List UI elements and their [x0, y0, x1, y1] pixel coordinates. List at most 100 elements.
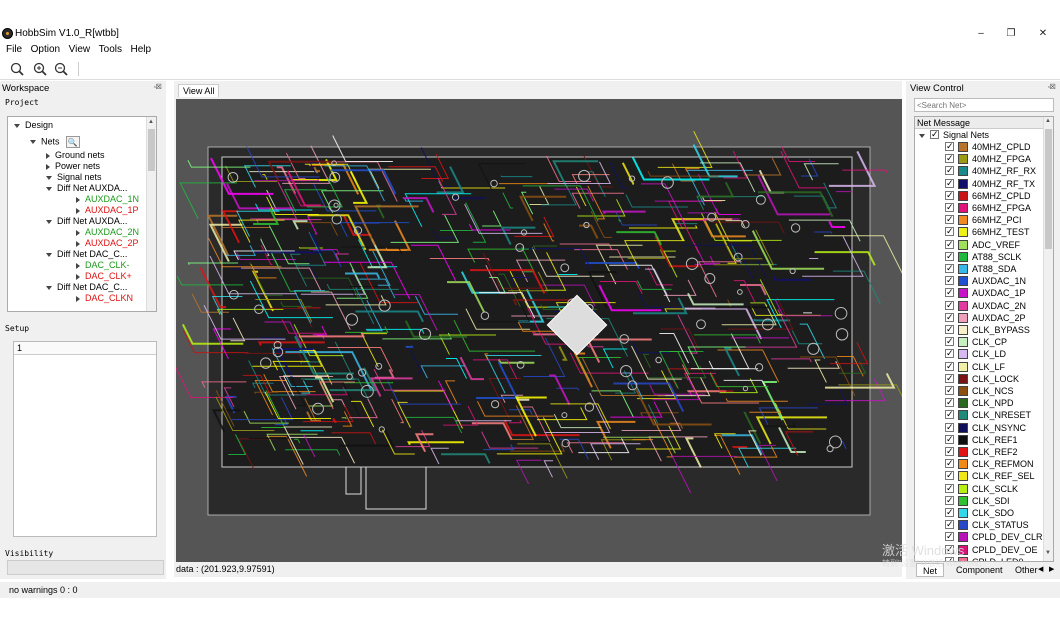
signal-nets-group[interactable]: Signal Nets [919, 128, 989, 141]
net-visibility-checkbox[interactable] [945, 372, 954, 384]
zoom-button[interactable] [9, 61, 25, 77]
net-color-swatch[interactable] [958, 337, 968, 348]
net-color-swatch[interactable] [958, 239, 968, 250]
net-color-swatch[interactable] [958, 349, 968, 360]
net-color-swatch[interactable] [958, 325, 968, 335]
tree-item[interactable]: AUXDAC_2N [76, 227, 139, 238]
net-visibility-checkbox[interactable] [945, 164, 954, 176]
net-visibility-checkbox[interactable] [945, 457, 954, 469]
chevron-down-icon[interactable] [46, 252, 52, 257]
net-visibility-checkbox[interactable] [945, 421, 954, 433]
minimize-button[interactable]: – [974, 27, 988, 41]
net-visibility-checkbox[interactable] [945, 250, 954, 262]
tab-view-all[interactable]: View All [178, 84, 220, 97]
net-visibility-checkbox[interactable] [945, 140, 954, 152]
view-control-dock-buttons[interactable]: ▫☒ [1048, 83, 1056, 91]
tab-scroll-right-icon[interactable]: ▶ [1049, 565, 1054, 573]
net-visibility-checkbox[interactable] [945, 506, 954, 518]
net-search-button[interactable]: 🔍 [65, 136, 80, 148]
close-button[interactable]: ✕ [1036, 27, 1050, 41]
net-color-swatch[interactable] [958, 434, 968, 445]
pcb-canvas[interactable] [176, 99, 902, 562]
net-list-scrollbar[interactable]: ▲ ▼ [1043, 117, 1053, 561]
net-visibility-checkbox[interactable] [945, 433, 954, 445]
menu-view[interactable]: View [66, 44, 94, 56]
tree-scrollbar[interactable]: ▲ [146, 117, 156, 311]
net-color-swatch[interactable] [958, 398, 968, 409]
net-visibility-checkbox[interactable] [945, 225, 954, 237]
net-visibility-checkbox[interactable] [945, 189, 954, 201]
menu-help[interactable]: Help [128, 44, 155, 56]
tab-scroll-left-icon[interactable]: ◀ [1038, 565, 1043, 573]
chevron-down-icon[interactable] [30, 140, 36, 144]
scroll-up-icon[interactable]: ▲ [148, 119, 154, 125]
net-color-swatch[interactable] [958, 508, 968, 518]
chevron-down-icon[interactable] [46, 186, 52, 191]
tree-item[interactable]: Signal nets [46, 172, 102, 183]
net-visibility-checkbox[interactable] [945, 469, 954, 481]
net-visibility-checkbox[interactable] [945, 201, 954, 213]
tree-item[interactable]: AUXDAC_1N [76, 194, 139, 205]
net-color-swatch[interactable] [958, 386, 968, 396]
net-color-swatch[interactable] [958, 520, 968, 531]
chevron-right-icon[interactable] [46, 163, 50, 170]
net-visibility-checkbox[interactable] [945, 347, 954, 359]
net-color-swatch[interactable] [958, 447, 968, 457]
tree-item[interactable]: Diff Net DAC_C... [46, 282, 127, 293]
tab-other[interactable]: Other [1012, 563, 1041, 577]
net-color-swatch[interactable] [958, 300, 968, 311]
net-visibility-checkbox[interactable] [945, 274, 954, 286]
net-visibility-checkbox[interactable] [945, 360, 954, 372]
net-visibility-checkbox[interactable] [945, 445, 954, 457]
net-color-swatch[interactable] [958, 471, 968, 482]
tree-item[interactable]: Nets 🔍 [30, 136, 80, 148]
menu-file[interactable]: File [3, 44, 25, 56]
search-net-input[interactable] [914, 98, 1054, 112]
scroll-thumb[interactable] [148, 129, 155, 171]
workspace-dock-buttons[interactable]: ▫☒ [154, 83, 162, 91]
chevron-right-icon[interactable] [76, 240, 80, 247]
menu-tools[interactable]: Tools [96, 44, 125, 56]
tree-item[interactable]: Power nets [46, 161, 100, 172]
chevron-right-icon[interactable] [46, 152, 50, 159]
net-visibility-checkbox[interactable] [945, 323, 954, 335]
net-visibility-checkbox[interactable] [945, 518, 954, 530]
net-visibility-checkbox[interactable] [945, 299, 954, 311]
net-visibility-checkbox[interactable] [945, 384, 954, 396]
net-color-swatch[interactable] [958, 166, 968, 177]
tree-item[interactable]: Diff Net DAC_C... [46, 249, 127, 260]
scroll-down-icon[interactable]: ▼ [1045, 550, 1051, 556]
chevron-down-icon[interactable] [46, 285, 52, 290]
net-visibility-checkbox[interactable] [945, 238, 954, 250]
net-visibility-checkbox[interactable] [945, 262, 954, 274]
net-color-swatch[interactable] [958, 459, 968, 470]
tree-item[interactable]: DAC_CLK+ [76, 271, 132, 282]
net-visibility-checkbox[interactable] [945, 408, 954, 420]
net-visibility-checkbox[interactable] [945, 482, 954, 494]
chevron-right-icon[interactable] [76, 295, 80, 302]
net-color-swatch[interactable] [958, 288, 968, 299]
net-color-swatch[interactable] [958, 264, 968, 274]
setup-list-item[interactable]: 1 [14, 342, 156, 355]
chevron-right-icon[interactable] [76, 262, 80, 269]
tree-item[interactable]: DAC_CLK- [76, 260, 130, 271]
net-color-swatch[interactable] [958, 227, 968, 238]
menu-option[interactable]: Option [28, 44, 63, 56]
net-visibility-checkbox[interactable] [945, 213, 954, 225]
chevron-down-icon[interactable] [14, 123, 20, 128]
net-color-swatch[interactable] [958, 422, 968, 433]
restore-button[interactable]: ❐ [1004, 27, 1018, 41]
net-color-swatch[interactable] [958, 142, 968, 152]
zoom-in-button[interactable] [32, 61, 48, 77]
tree-item[interactable]: Diff Net AUXDA... [46, 216, 127, 227]
chevron-right-icon[interactable] [76, 229, 80, 236]
zoom-out-button[interactable] [53, 61, 69, 77]
tree-item[interactable]: Diff Net AUXDA... [46, 183, 127, 194]
chevron-right-icon[interactable] [76, 273, 80, 280]
net-color-swatch[interactable] [958, 276, 968, 287]
net-visibility-checkbox[interactable] [945, 494, 954, 506]
tree-item[interactable]: Design [14, 120, 53, 131]
scroll-up-icon[interactable]: ▲ [1045, 118, 1051, 124]
net-color-swatch[interactable] [958, 483, 968, 494]
chevron-right-icon[interactable] [76, 196, 80, 203]
